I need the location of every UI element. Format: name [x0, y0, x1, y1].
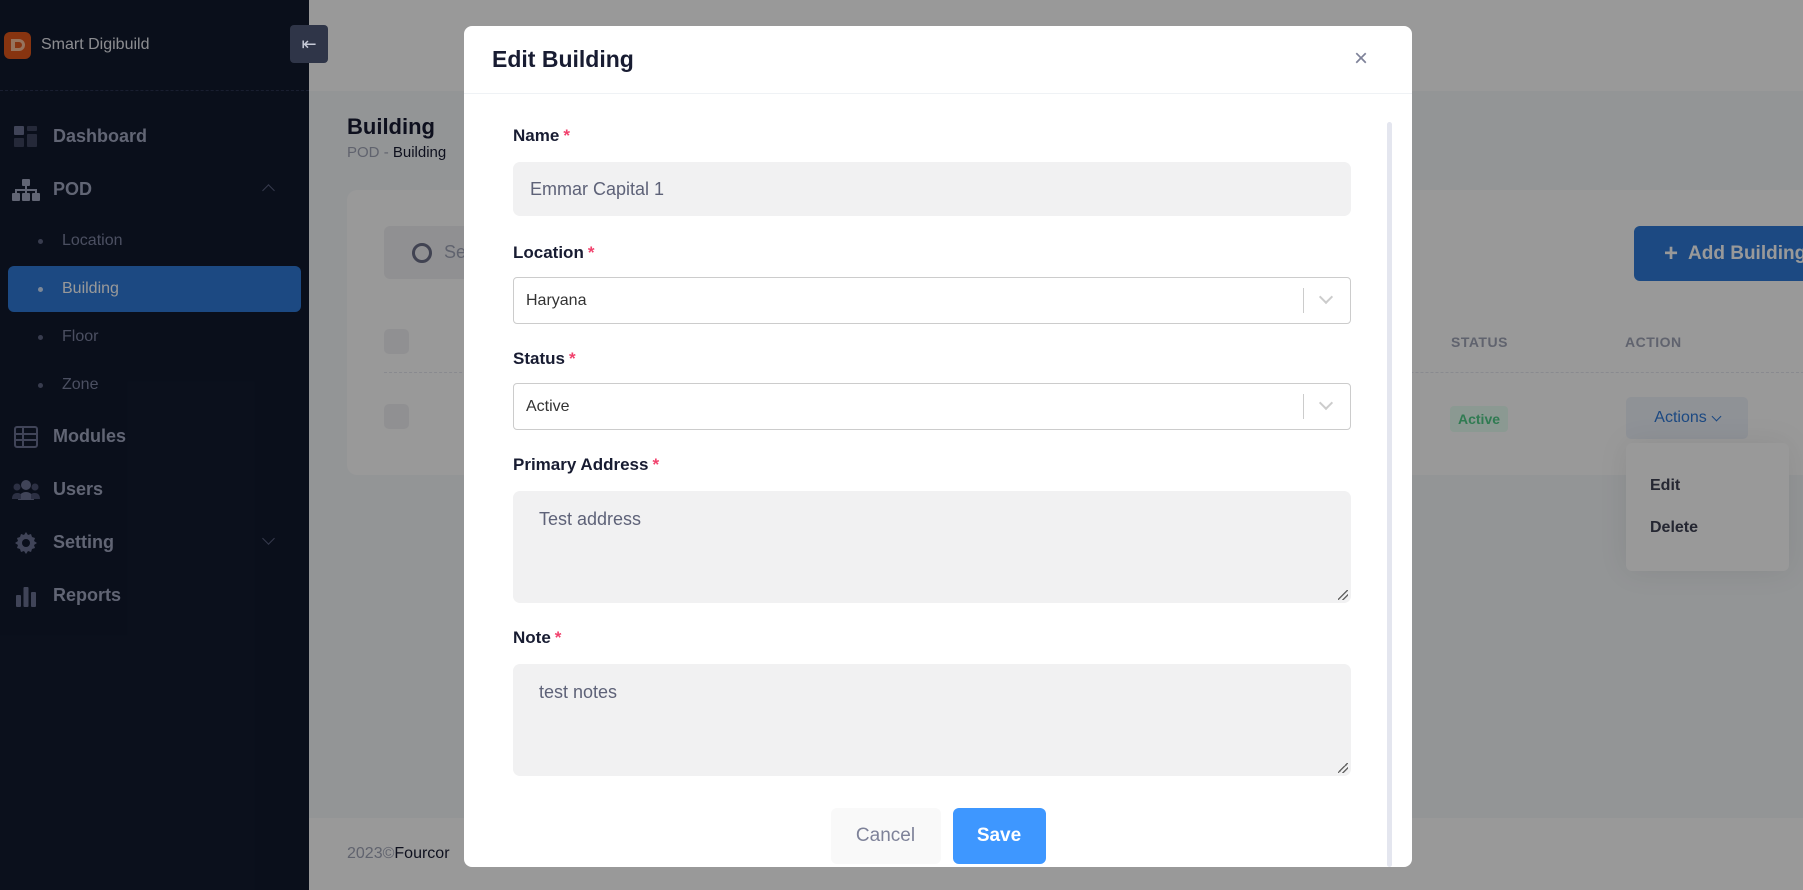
name-label: Name *: [513, 126, 570, 145]
note-textarea[interactable]: test notes: [513, 664, 1351, 776]
status-field-group: Status * Active: [513, 349, 1353, 430]
resize-handle-icon[interactable]: [1338, 590, 1348, 600]
primary-address-label: Primary Address *: [513, 455, 660, 474]
save-button[interactable]: Save: [952, 808, 1046, 864]
scrollbar[interactable]: [1387, 122, 1392, 867]
note-label: Note *: [513, 628, 562, 647]
status-value: Active: [526, 397, 570, 415]
location-select[interactable]: Haryana: [513, 277, 1351, 324]
location-field-group: Location * Haryana: [513, 243, 1353, 324]
chevron-down-icon[interactable]: [1318, 289, 1334, 305]
modal-header: Edit Building ×: [464, 26, 1412, 94]
sidebar-toggle-button[interactable]: ⇤: [290, 25, 328, 63]
select-separator: [1303, 288, 1304, 313]
modal-title: Edit Building: [492, 46, 634, 72]
primary-address-field-group: Primary Address * Test address: [513, 455, 1353, 603]
collapse-icon: ⇤: [301, 33, 317, 54]
modal-form: Name * Emmar Capital 1 Location * Haryana …: [513, 126, 1353, 776]
cancel-button[interactable]: Cancel: [830, 808, 941, 864]
edit-building-modal: Edit Building × Name * Emmar Capital 1 Lo…: [464, 26, 1412, 867]
select-separator: [1303, 394, 1304, 419]
name-field-group: Name * Emmar Capital 1: [513, 126, 1353, 216]
resize-handle-icon[interactable]: [1338, 763, 1348, 773]
name-input[interactable]: Emmar Capital 1: [513, 162, 1351, 216]
chevron-down-icon[interactable]: [1318, 395, 1334, 411]
modal-footer: Cancel Save: [464, 808, 1412, 864]
close-icon[interactable]: ×: [1350, 47, 1372, 71]
location-label: Location *: [513, 243, 595, 262]
status-label: Status *: [513, 349, 576, 368]
status-select[interactable]: Active: [513, 383, 1351, 430]
location-value: Haryana: [526, 291, 587, 309]
note-field-group: Note * test notes: [513, 628, 1353, 776]
primary-address-textarea[interactable]: Test address: [513, 491, 1351, 603]
primary-address-value: Test address: [539, 509, 642, 529]
note-value: test notes: [539, 682, 618, 702]
